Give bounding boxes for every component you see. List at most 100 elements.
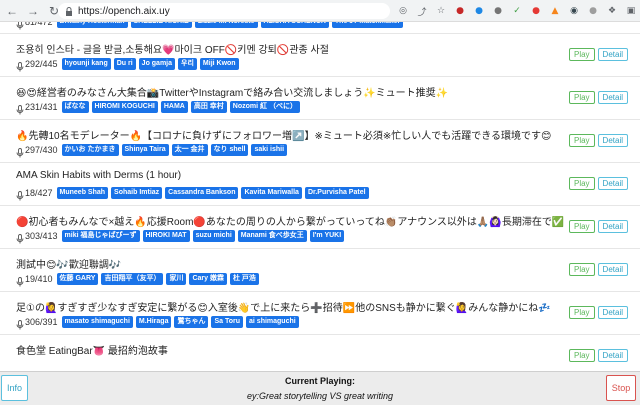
speaker-tag[interactable]: HIROKI MAT <box>142 230 190 242</box>
room-meta: 231/431 ぱなな HIROMI KOGUCHI HAMA 高田 幸村 Nozomi … <box>16 101 303 115</box>
speaker-tag[interactable]: 家川 <box>166 273 187 285</box>
microphone-icon <box>16 145 24 158</box>
speaker-tag[interactable]: Muneeb Shah <box>56 187 109 199</box>
extension-lastpass-icon[interactable]: ● <box>453 4 467 18</box>
speaker-tag[interactable]: Brittany Hosterman <box>56 22 128 28</box>
sidebar-icon[interactable]: ▣ <box>624 4 638 18</box>
listener-count: 19/410 <box>25 274 53 284</box>
cast-icon[interactable]: ◎ <box>396 4 410 18</box>
now-playing-label: Current Playing: <box>284 376 355 386</box>
detail-button[interactable]: Detail <box>597 349 628 362</box>
speaker-tag[interactable]: ぱなな <box>61 101 89 113</box>
speaker-tag[interactable]: Du ri <box>113 58 136 70</box>
room-meta: 306/391 masato shimaguchi M.Hiraga 鷺ちゃん Sa T… <box>16 316 302 330</box>
play-button[interactable]: Play <box>568 177 595 190</box>
play-button[interactable]: Play <box>568 349 595 362</box>
speaker-tag[interactable]: HAMA <box>160 101 188 113</box>
speaker-tag[interactable]: なり shell <box>210 144 249 156</box>
puzzle-icon[interactable]: ❖ <box>605 4 619 18</box>
speaker-tag[interactable]: HIROMI KOGUCHI <box>91 101 158 113</box>
speaker-tag[interactable]: hyounji kang <box>61 58 111 70</box>
now-playing-title: ey:Great storytelling VS great writing <box>246 391 394 401</box>
speaker-tag[interactable]: かいお たかまき <box>61 144 119 156</box>
room-title: 🔴初心者もみんなで×越え🔥応援Room🔴あなたの周りの人から繋がっていってね👏🏽… <box>16 217 565 228</box>
lock-icon <box>64 6 73 16</box>
room-actions: Play Detail <box>568 48 628 61</box>
extension-blue-icon[interactable]: ● <box>472 4 486 18</box>
microphone-icon <box>16 102 24 115</box>
star-icon[interactable]: ☆ <box>434 4 448 18</box>
listener-count: 303/413 <box>25 231 58 241</box>
speaker-tag[interactable]: Cary 嫩霖 <box>189 273 227 285</box>
play-button[interactable]: Play <box>568 91 595 104</box>
extension-red-icon[interactable]: ● <box>529 4 543 18</box>
room-row: 足①の🙋‍♀️すぎすぎ少なすぎ安定に繋がる😊入室後👋で上に来たら➕招待⏩他のSN… <box>0 292 640 335</box>
detail-button[interactable]: Detail <box>597 134 628 147</box>
extension-metamask-icon[interactable]: ▲ <box>548 4 562 18</box>
speaker-tag[interactable]: M.Hiraga <box>135 316 172 328</box>
play-button[interactable]: Play <box>568 220 595 233</box>
speaker-tag[interactable]: 우리 <box>178 58 197 70</box>
speaker-tag[interactable]: ALISHA SCHENCK <box>260 22 329 28</box>
speaker-tag[interactable]: The JT Matchmaker <box>331 22 404 28</box>
speaker-tag[interactable]: SHELLIE RICHIE <box>130 22 192 28</box>
speaker-tag[interactable]: Nozomi 紅 （べに） <box>229 101 300 113</box>
speaker-tag[interactable]: Sa Toru <box>211 316 244 328</box>
share-icon[interactable]: ⤴ <box>415 4 429 18</box>
room-row: 😆😍経営者のみなさん大集合📸TwitterやInstagramで絡み合い交流しま… <box>0 77 640 120</box>
detail-button[interactable]: Detail <box>597 91 628 104</box>
room-row: 81/472Brittany HostermanSHELLIE RICHIELi… <box>0 22 640 34</box>
speaker-tag[interactable]: Manami 食べ歩女王 <box>237 230 307 242</box>
listener-count: 18/427 <box>25 188 53 198</box>
play-button[interactable]: Play <box>568 134 595 147</box>
url-text: https://opench.aix.uy <box>78 5 170 17</box>
room-actions: Play Detail <box>568 134 628 147</box>
extension-dark-icon[interactable]: ◉ <box>567 4 581 18</box>
room-actions: Play Detail <box>568 220 628 233</box>
speaker-tag[interactable]: Lizzie M. Noreste <box>194 22 258 28</box>
speaker-tag[interactable]: 吉田翔平（友平） <box>101 273 164 285</box>
detail-button[interactable]: Detail <box>597 48 628 61</box>
address-bar[interactable]: https://opench.aix.uy <box>58 3 390 19</box>
speaker-tag[interactable]: Dr.Purvisha Patel <box>304 187 369 199</box>
speaker-tag[interactable]: suzu michi <box>192 230 235 242</box>
speaker-tag[interactable]: 杜 戸浩 <box>229 273 259 285</box>
speaker-tag[interactable]: Kavita Mariwalla <box>241 187 302 199</box>
speaker-tag[interactable]: 太一 金井 <box>171 144 208 156</box>
detail-button[interactable]: Detail <box>597 177 628 190</box>
room-title: 足①の🙋‍♀️すぎすぎ少なすぎ安定に繋がる😊入室後👋で上に来たら➕招待⏩他のSN… <box>16 303 551 314</box>
microphone-icon <box>16 59 24 72</box>
speaker-tag[interactable]: miki 福島じゃぱぴーず <box>61 230 140 242</box>
detail-button[interactable]: Detail <box>597 220 628 233</box>
speaker-tag[interactable]: 高田 幸村 <box>190 101 227 113</box>
extension-bar: ◎ ⤴ ☆ ● ● ● ✓ ● ▲ ◉ ● ❖ ▣ <box>396 3 640 19</box>
extension-green-icon[interactable]: ✓ <box>510 4 524 18</box>
speaker-tag[interactable]: 佐藤 GARY <box>56 273 99 285</box>
back-icon[interactable]: ← <box>3 2 21 20</box>
speaker-tag[interactable]: saki ishii <box>251 144 288 156</box>
listener-count: 292/445 <box>25 59 58 69</box>
play-button[interactable]: Play <box>568 263 595 276</box>
speaker-tag[interactable]: Cassandra Bankson <box>165 187 239 199</box>
speaker-tag[interactable]: Jo gamja <box>138 58 176 70</box>
speaker-tag[interactable]: Miji Kwon <box>199 58 239 70</box>
play-button[interactable]: Play <box>568 306 595 319</box>
extension-gray2-icon[interactable]: ● <box>586 4 600 18</box>
room-meta: 19/410 佐藤 GARY 吉田翔平（友平） 家川 Cary 嫩霖杜 戸浩 <box>16 273 262 287</box>
extension-gray-icon[interactable]: ● <box>491 4 505 18</box>
detail-button[interactable]: Detail <box>597 263 628 276</box>
stop-button[interactable]: Stop <box>606 375 636 401</box>
speaker-tag[interactable]: 鷺ちゃん <box>174 316 209 328</box>
speaker-tag[interactable]: Sohaib Imtiaz <box>111 187 163 199</box>
speaker-tag[interactable]: ai shimaguchi <box>246 316 299 328</box>
detail-button[interactable]: Detail <box>597 306 628 319</box>
speaker-tag[interactable]: Shinya Taira <box>121 144 169 156</box>
room-meta: 303/413 miki 福島じゃぱぴーず HIROKI MAT suzu michi… <box>16 230 347 244</box>
room-row: 測試中😊🎶歡迎聯調🎶 19/410 佐藤 GARY 吉田翔平（友平） 家川 Cary 嫩霖… <box>0 249 640 292</box>
play-button[interactable]: Play <box>568 48 595 61</box>
speaker-tag[interactable]: masato shimaguchi <box>61 316 133 328</box>
forward-icon[interactable]: → <box>24 2 42 20</box>
room-actions: Play Detail <box>568 91 628 104</box>
speaker-tag[interactable]: I'm YUKI <box>309 230 345 242</box>
listener-count: 81/472 <box>25 22 53 27</box>
